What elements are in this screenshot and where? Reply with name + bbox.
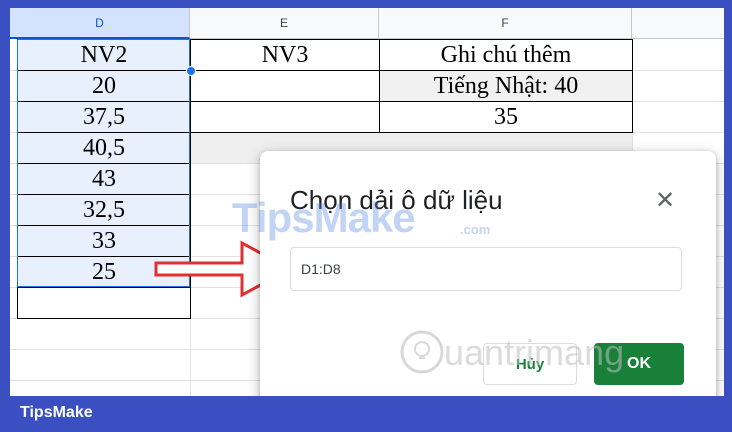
cell-f3[interactable]: 35 xyxy=(379,101,633,133)
column-header-d[interactable]: D xyxy=(10,8,190,39)
cancel-button[interactable]: Hủy xyxy=(483,343,577,385)
spreadsheet-frame: D E F NV2 20 37,5 40,5 43 32,5 33 25 NV3… xyxy=(10,8,724,396)
range-input[interactable] xyxy=(290,247,682,291)
footer-logo: TipsMake xyxy=(20,404,93,421)
column-header-f[interactable]: F xyxy=(379,8,632,39)
ok-button[interactable]: OK xyxy=(594,343,684,385)
fill-handle[interactable] xyxy=(186,66,196,76)
column-letter: F xyxy=(501,16,509,30)
cell-f2[interactable]: Tiếng Nhật: 40 xyxy=(379,70,633,102)
column-header-e[interactable]: E xyxy=(190,8,379,39)
close-icon[interactable]: ✕ xyxy=(650,185,680,215)
cell-e3[interactable] xyxy=(190,101,380,133)
column-header-g[interactable] xyxy=(632,8,724,39)
select-range-dialog: Chọn dải ô dữ liệu ✕ Hủy OK xyxy=(260,151,716,396)
cell-e2[interactable] xyxy=(190,70,380,102)
dialog-title: Chọn dải ô dữ liệu xyxy=(290,185,503,215)
column-letter: D xyxy=(95,15,104,30)
cell-e1[interactable]: NV3 xyxy=(190,39,380,71)
cell-f1[interactable]: Ghi chú thêm xyxy=(379,39,633,71)
lightbulb-logo-icon xyxy=(400,330,444,374)
column-letter: E xyxy=(279,16,288,30)
footer-bar xyxy=(0,396,732,432)
